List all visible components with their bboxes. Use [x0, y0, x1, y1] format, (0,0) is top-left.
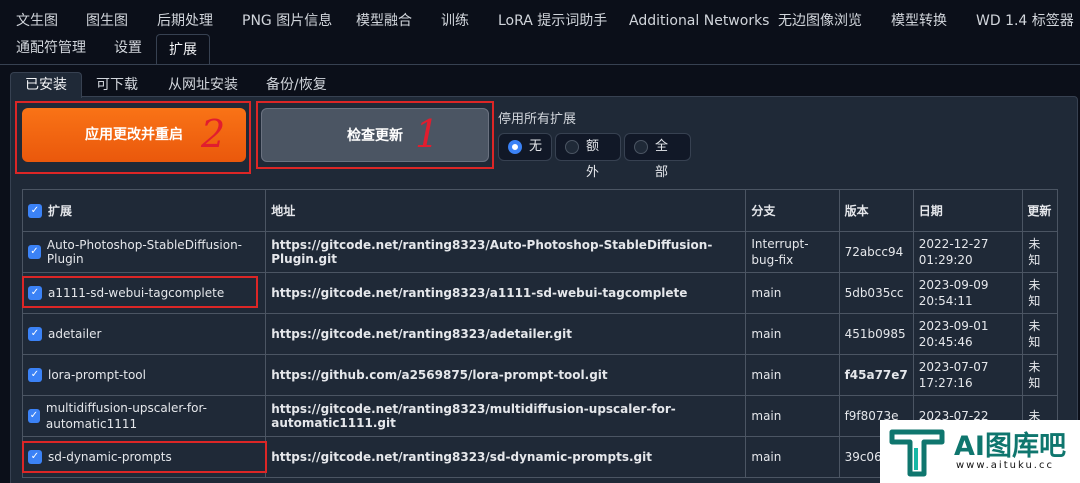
- subtab-installed[interactable]: 已安装: [10, 72, 82, 98]
- radio-extra[interactable]: 额外: [555, 133, 621, 180]
- header-extension-label: 扩展: [48, 204, 73, 218]
- extension-update: 未知: [1022, 313, 1058, 355]
- highlight-tagcomplete: [22, 276, 258, 308]
- subtab-backup-restore[interactable]: 备份/恢复: [266, 73, 327, 98]
- extension-date: 2022-12-27 01:29:20: [912, 231, 1024, 273]
- watermark-url: www.aituku.cc: [956, 460, 1054, 471]
- extension-url[interactable]: https://gitcode.net/ranting8323/a1111-sd…: [265, 272, 747, 314]
- extension-update: 未知: [1022, 272, 1058, 314]
- extensions-page: 文生图 图生图 后期处理 PNG 图片信息 模型融合 训练 LoRA 提示词助手…: [0, 0, 1080, 483]
- extension-branch: main: [745, 313, 840, 355]
- extension-checkbox[interactable]: ✓: [28, 327, 42, 341]
- extension-name: multidiffusion-upscaler-for-automatic111…: [45, 401, 207, 431]
- radio-all[interactable]: 全部: [624, 133, 691, 180]
- tab-train[interactable]: 训练: [439, 6, 471, 36]
- extension-version: 451b0985: [838, 313, 914, 355]
- table-header-row: ✓ 扩展 地址 分支 版本 日期 更新: [21, 189, 1058, 232]
- tab-extensions[interactable]: 扩展: [156, 34, 210, 64]
- subtab-install-from-url[interactable]: 从网址安装: [168, 73, 238, 98]
- subtab-available[interactable]: 可下载: [96, 73, 138, 98]
- extension-update: 未知: [1022, 354, 1058, 396]
- tab-png-info[interactable]: PNG 图片信息: [240, 6, 334, 36]
- tab-postprocess[interactable]: 后期处理: [155, 6, 215, 36]
- extension-branch: main: [745, 272, 840, 314]
- radio-dot: [508, 140, 522, 154]
- radio-all-label: 全部: [655, 139, 669, 180]
- tab-txt2img[interactable]: 文生图: [14, 6, 60, 36]
- radio-extra-label: 额外: [586, 139, 600, 180]
- extension-branch: main: [745, 436, 840, 478]
- annotation-one: 1: [415, 112, 440, 156]
- extension-version: 5db035cc: [838, 272, 914, 314]
- extension-version: 72abcc94: [838, 231, 914, 273]
- extension-url[interactable]: https://gitcode.net/ranting8323/adetaile…: [265, 313, 747, 355]
- header-date: 日期: [912, 189, 1024, 232]
- watermark: AI图库吧 www.aituku.cc: [880, 420, 1080, 483]
- extension-date: 2023-09-09 20:54:11: [912, 272, 1024, 314]
- extension-date: 2023-09-01 20:45:46: [912, 313, 1024, 355]
- extension-url[interactable]: https://gitcode.net/ranting8323/multidif…: [265, 395, 747, 437]
- disable-extensions-label: 停用所有扩展: [498, 112, 577, 127]
- extension-checkbox[interactable]: ✓: [28, 409, 40, 423]
- extension-url[interactable]: https://github.com/a2569875/lora-prompt-…: [265, 354, 747, 396]
- radio-dot: [565, 140, 579, 154]
- extension-url[interactable]: https://gitcode.net/ranting8323/Auto-Pho…: [265, 231, 747, 273]
- header-update: 更新: [1022, 189, 1058, 232]
- tab-lora-prompt[interactable]: LoRA 提示词助手: [496, 6, 609, 36]
- highlight-check: [256, 101, 494, 169]
- tab-wildcards[interactable]: 通配符管理: [14, 33, 88, 63]
- header-url: 地址: [265, 189, 747, 232]
- radio-dot: [634, 140, 648, 154]
- tab-settings[interactable]: 设置: [112, 33, 144, 63]
- table-row: ✓ adetailer https://gitcode.net/ranting83…: [21, 313, 1058, 355]
- annotation-two: 2: [201, 112, 226, 156]
- tab-img2img[interactable]: 图生图: [84, 6, 130, 36]
- extension-branch: main: [745, 395, 840, 437]
- highlight-dynamic-prompts: [22, 441, 267, 473]
- header-branch: 分支: [745, 189, 840, 232]
- extension-version: f45a77e7: [838, 354, 914, 396]
- header-version: 版本: [838, 189, 914, 232]
- table-row: ✓ lora-prompt-tool https://github.com/a25…: [21, 354, 1058, 396]
- extension-checkbox[interactable]: ✓: [28, 368, 42, 382]
- watermark-logo-icon: [889, 429, 945, 477]
- extension-name: adetailer: [48, 327, 102, 341]
- header-extension: ✓ 扩展: [21, 189, 267, 232]
- extension-date: 2023-07-07 17:27:16: [912, 354, 1024, 396]
- radio-none-label: 无: [529, 139, 543, 154]
- extension-update: 未知: [1022, 231, 1058, 273]
- extension-name: lora-prompt-tool: [48, 368, 146, 382]
- tab-additional-networks[interactable]: Additional Networks: [627, 6, 771, 36]
- extension-url[interactable]: https://gitcode.net/ranting8323/sd-dynam…: [265, 436, 747, 478]
- extension-branch: Interrupt-bug-fix: [745, 231, 840, 273]
- select-all-checkbox[interactable]: ✓: [28, 203, 42, 218]
- extension-checkbox[interactable]: ✓: [28, 245, 41, 259]
- watermark-brand: AI图库吧: [954, 431, 1066, 462]
- tab-image-browser[interactable]: 无边图像浏览: [776, 6, 864, 36]
- table-row: ✓ Auto-Photoshop-StableDiffusion-Plugin h…: [21, 231, 1058, 273]
- extension-branch: main: [745, 354, 840, 396]
- top-tab-bar: 文生图 图生图 后期处理 PNG 图片信息 模型融合 训练 LoRA 提示词助手…: [0, 0, 1080, 66]
- radio-none[interactable]: 无: [498, 133, 552, 161]
- tab-model-convert[interactable]: 模型转换: [889, 6, 949, 36]
- tab-divider: [0, 64, 1080, 65]
- extension-name: Auto-Photoshop-StableDiffusion-Plugin: [46, 238, 243, 266]
- tab-wd-tagger[interactable]: WD 1.4 标签器: [974, 6, 1076, 36]
- tab-model-merge[interactable]: 模型融合: [354, 6, 414, 36]
